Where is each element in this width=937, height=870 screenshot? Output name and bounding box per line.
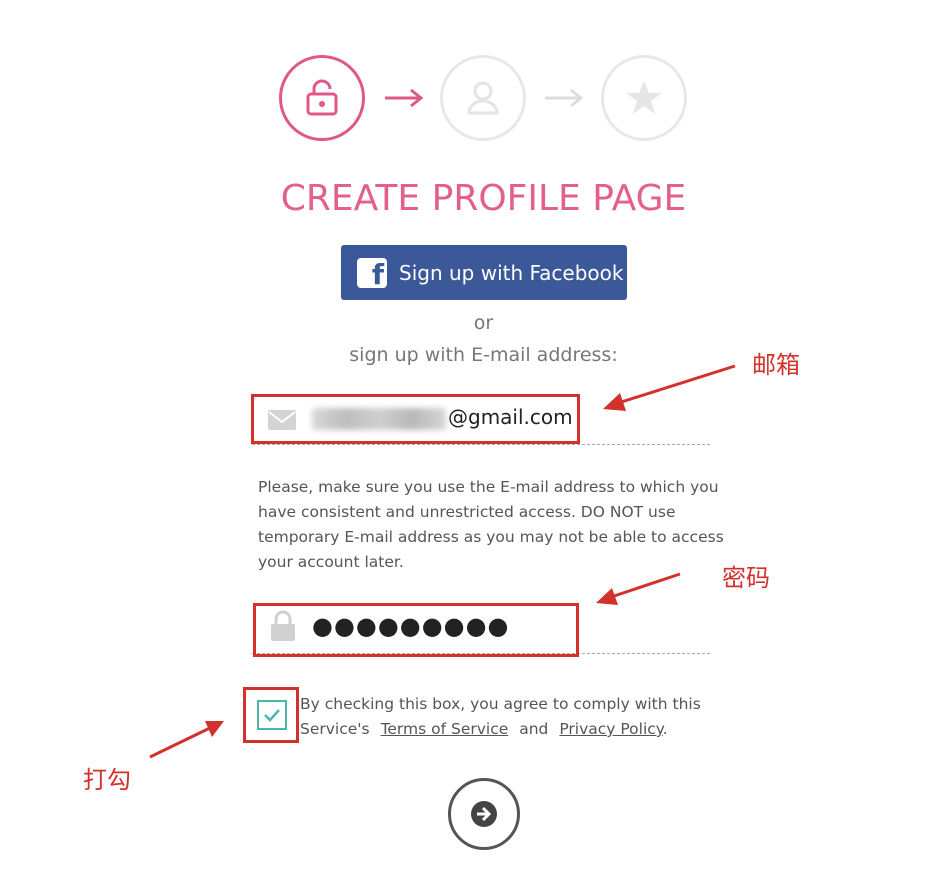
password-annotation-arrow <box>596 572 681 605</box>
annotation-arrows <box>149 364 736 759</box>
email-annotation-label: 邮箱 <box>752 351 800 379</box>
password-annotation-label: 密码 <box>722 564 770 592</box>
checkbox-annotation-arrow <box>149 721 224 759</box>
email-annotation-arrow <box>603 364 736 411</box>
checkbox-annotation-label: 打勾 <box>83 766 131 794</box>
